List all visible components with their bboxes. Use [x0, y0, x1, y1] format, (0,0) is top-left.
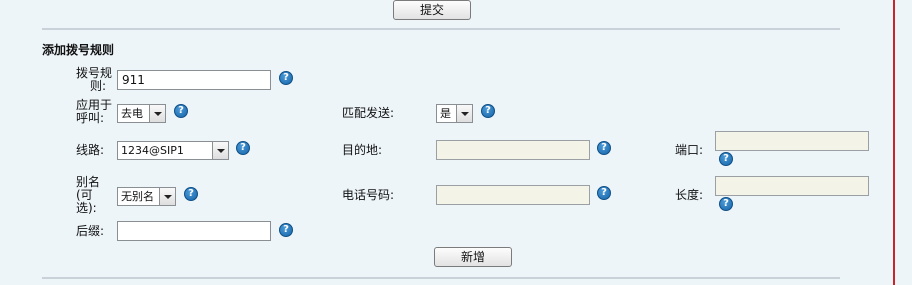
line-select[interactable]: 1234@SIP1	[117, 141, 229, 160]
help-question-icon[interactable]: ?	[481, 104, 495, 118]
add-button[interactable]: 新增	[434, 247, 512, 267]
help-question-icon[interactable]: ?	[184, 187, 198, 201]
port-label: 端口:	[675, 143, 704, 157]
alias-label: 别名 (可 选):	[76, 175, 101, 215]
help-question-icon[interactable]: ?	[236, 141, 250, 155]
length-label: 长度:	[675, 188, 704, 202]
help-question-icon[interactable]: ?	[279, 223, 293, 237]
destination-input[interactable]	[436, 140, 590, 160]
apply-to-select[interactable]: 去电	[117, 104, 166, 123]
section-title: 添加拨号规则	[42, 43, 115, 57]
help-question-icon[interactable]: ?	[719, 152, 733, 166]
divider-top	[42, 28, 840, 30]
length-input[interactable]	[715, 176, 869, 196]
help-question-icon[interactable]: ?	[279, 71, 293, 85]
right-border-line	[893, 0, 895, 285]
phone-number-input[interactable]	[436, 185, 590, 205]
phone-number-label: 电话号码:	[342, 188, 395, 202]
dial-rule-input[interactable]: 911	[117, 70, 271, 90]
submit-button[interactable]: 提交	[393, 0, 471, 20]
chevron-down-icon	[149, 105, 165, 122]
chevron-down-icon	[212, 142, 228, 159]
help-question-icon[interactable]: ?	[174, 104, 188, 118]
chevron-down-icon	[159, 188, 175, 205]
match-send-select[interactable]: 是	[436, 104, 473, 123]
dial-rule-label: 拨号规 则:	[76, 66, 113, 93]
divider-bottom	[42, 277, 840, 279]
alias-select[interactable]: 无别名	[117, 187, 176, 206]
port-input[interactable]	[715, 131, 869, 151]
destination-label: 目的地:	[342, 143, 383, 157]
help-question-icon[interactable]: ?	[597, 186, 611, 200]
line-label: 线路:	[76, 143, 105, 157]
apply-to-label: 应用于 呼叫:	[76, 98, 113, 125]
suffix-label: 后缀:	[76, 224, 105, 238]
help-question-icon[interactable]: ?	[719, 197, 733, 211]
suffix-input[interactable]	[117, 221, 271, 241]
dial-rule-page: 提交 添加拨号规则 拨号规 则: 911 ? 应用于 呼叫: 去电 ? 匹配发送…	[0, 0, 912, 285]
help-question-icon[interactable]: ?	[597, 141, 611, 155]
match-send-label: 匹配发送:	[342, 106, 395, 120]
chevron-down-icon	[456, 105, 472, 122]
